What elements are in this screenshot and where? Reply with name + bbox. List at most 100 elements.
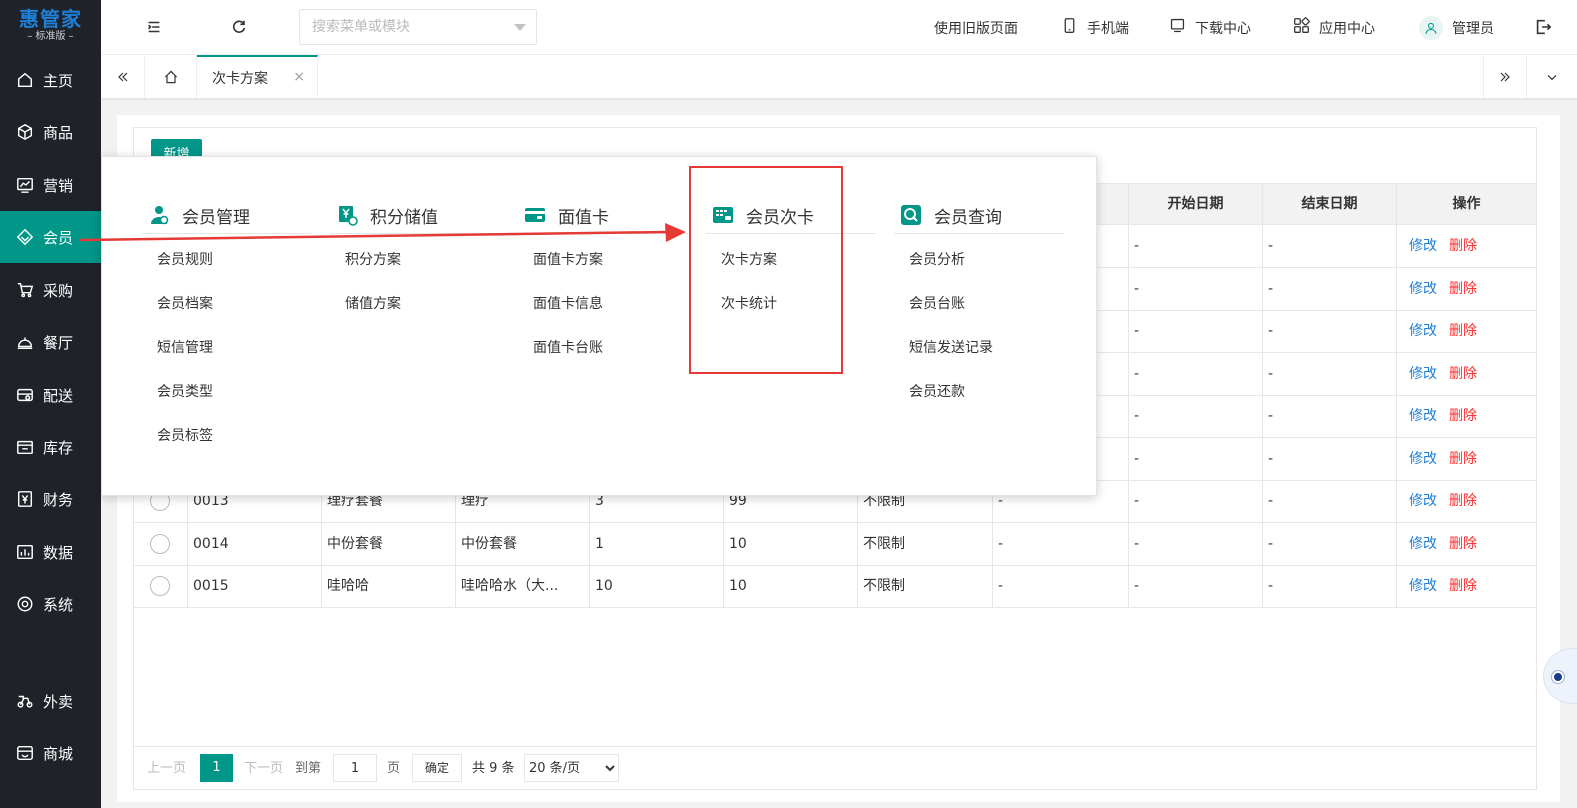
menu-toggle-icon[interactable] [144, 17, 164, 37]
mobile-link[interactable]: 手机端 [1061, 0, 1129, 55]
col-start-date[interactable]: 开始日期 [1128, 184, 1262, 225]
sidebar-item-delivery[interactable]: 配送 [0, 369, 101, 421]
menu-search-input[interactable] [300, 10, 500, 44]
sidebar-item-inventory[interactable]: 库存 [0, 421, 101, 473]
menu-column-title: 积分储值 [330, 197, 500, 234]
delete-link[interactable]: 删除 [1449, 578, 1477, 594]
edit-link[interactable]: 修改 [1409, 408, 1437, 424]
cell-end: - [1262, 395, 1396, 437]
menu-link-value-card-info[interactable]: 面值卡信息 [518, 282, 688, 326]
sidebar-item-takeout[interactable]: 外卖 [0, 675, 101, 727]
cell-extra: - [992, 523, 1128, 565]
menu-search[interactable] [299, 9, 537, 45]
delete-link[interactable]: 删除 [1449, 408, 1477, 424]
menu-link-member-profiles[interactable]: 会员档案 [142, 282, 312, 326]
edit-link[interactable]: 修改 [1409, 578, 1437, 594]
menu-link-times-card-stats[interactable]: 次卡统计 [706, 282, 876, 326]
menu-link-member-ledger[interactable]: 会员台账 [894, 282, 1064, 326]
cell-start: - [1128, 438, 1262, 480]
user-menu[interactable]: 管理员 [1419, 0, 1494, 55]
cell-end: - [1262, 225, 1396, 267]
tabs-more-chevron-down-icon[interactable] [1527, 55, 1577, 98]
brand-logo[interactable]: 惠管家 – 标准版 – [0, 0, 101, 52]
tabs-scroll-left-icon[interactable] [101, 55, 145, 98]
edit-link[interactable]: 修改 [1409, 451, 1437, 467]
menu-link-member-repayment[interactable]: 会员还款 [894, 370, 1064, 414]
menu-link-points-plan[interactable]: 积分方案 [330, 238, 500, 282]
delete-link[interactable]: 删除 [1449, 536, 1477, 552]
menu-link-sms-manage[interactable]: 短信管理 [142, 326, 312, 370]
sidebar-item-label: 商品 [43, 123, 74, 142]
edit-link[interactable]: 修改 [1409, 493, 1437, 509]
edit-link[interactable]: 修改 [1409, 281, 1437, 297]
sidebar-item-restaurant[interactable]: 餐厅 [0, 316, 101, 368]
delete-link[interactable]: 删除 [1449, 238, 1477, 254]
table-row: 0014 中份套餐 中份套餐 1 10 不限制 - - - 修改 删除 [134, 523, 1536, 566]
menu-link-value-card-plan[interactable]: 面值卡方案 [518, 238, 688, 282]
sidebar-item-system[interactable]: 系统 [0, 578, 101, 630]
tab-card-plan[interactable]: 次卡方案 × [197, 55, 318, 98]
user-avatar-icon [1419, 15, 1443, 40]
old-version-label: 使用旧版页面 [934, 20, 1018, 37]
logout-icon[interactable] [1533, 17, 1553, 37]
old-version-link[interactable]: 使用旧版页面 [934, 0, 1018, 55]
download-center-link[interactable]: 下载中心 [1169, 0, 1251, 55]
refresh-icon[interactable] [229, 17, 249, 37]
menu-link-member-tags[interactable]: 会员标签 [142, 414, 312, 458]
menu-link-member-rules[interactable]: 会员规则 [142, 238, 312, 282]
mobile-label: 手机端 [1087, 20, 1129, 37]
search-icon [900, 204, 922, 226]
cell-start: - [1128, 353, 1262, 395]
menu-link-member-types[interactable]: 会员类型 [142, 370, 312, 414]
app-center-link[interactable]: 应用中心 [1293, 0, 1375, 55]
sidebar-item-home[interactable]: 主页 [0, 54, 101, 106]
menu-column-member-manage: 会员管理 会员规则 会员档案 短信管理 会员类型 会员标签 [142, 197, 312, 458]
delete-link[interactable]: 删除 [1449, 451, 1477, 467]
menu-link-times-card-plan[interactable]: 次卡方案 [706, 238, 876, 282]
row-radio[interactable] [150, 534, 170, 554]
member-mega-menu: 会员管理 会员规则 会员档案 短信管理 会员类型 会员标签 积分储值 积分方案 … [101, 156, 1097, 496]
menu-link-stored-value-plan[interactable]: 储值方案 [330, 282, 500, 326]
home-tab-icon[interactable] [145, 55, 197, 98]
tab-bar: 次卡方案 × [101, 55, 1577, 99]
menu-link-sms-records[interactable]: 短信发送记录 [894, 326, 1064, 370]
edit-link[interactable]: 修改 [1409, 536, 1437, 552]
menu-link-member-analysis[interactable]: 会员分析 [894, 238, 1064, 282]
goto-page-input[interactable] [333, 754, 377, 782]
cell-start: - [1128, 480, 1262, 522]
cell-actions: 修改 删除 [1396, 395, 1536, 437]
cell-actions: 修改 删除 [1396, 438, 1536, 480]
confirm-goto-button[interactable]: 确定 [412, 754, 462, 782]
col-end-date[interactable]: 结束日期 [1262, 184, 1396, 225]
delete-link[interactable]: 删除 [1449, 366, 1477, 382]
cell-actions: 修改 删除 [1396, 225, 1536, 267]
sidebar-item-mall[interactable]: 商城 [0, 727, 101, 779]
sidebar-item-member[interactable]: 会员 [0, 211, 101, 263]
sidebar-item-data[interactable]: 数据 [0, 526, 101, 578]
edit-link[interactable]: 修改 [1409, 238, 1437, 254]
delete-link[interactable]: 删除 [1449, 493, 1477, 509]
sidebar-item-finance[interactable]: 财务 [0, 473, 101, 525]
edit-link[interactable]: 修改 [1409, 366, 1437, 382]
sidebar-item-marketing[interactable]: 营销 [0, 159, 101, 211]
trend-icon [16, 176, 34, 194]
tabs-scroll-right-icon[interactable] [1483, 55, 1527, 98]
delete-link[interactable]: 删除 [1449, 281, 1477, 297]
sidebar-item-goods[interactable]: 商品 [0, 106, 101, 158]
menu-column-value-card: 面值卡 面值卡方案 面值卡信息 面值卡台账 [518, 197, 688, 370]
page-size-select[interactable]: 20 条/页 [524, 754, 619, 782]
next-page-button[interactable]: 下一页 [244, 747, 283, 791]
delete-link[interactable]: 删除 [1449, 323, 1477, 339]
row-radio[interactable] [150, 576, 170, 596]
page-1-button[interactable]: 1 [200, 754, 233, 782]
cell-start: - [1128, 310, 1262, 352]
download-label: 下载中心 [1195, 20, 1251, 37]
yen-icon [16, 490, 34, 508]
menu-link-value-card-ledger[interactable]: 面值卡台账 [518, 326, 688, 370]
sidebar-item-purchase[interactable]: 采购 [0, 264, 101, 316]
chevron-down-icon[interactable] [514, 24, 526, 31]
close-icon[interactable]: × [293, 69, 305, 85]
prev-page-button[interactable]: 上一页 [147, 747, 186, 791]
sidebar-item-label: 会员 [43, 228, 74, 247]
edit-link[interactable]: 修改 [1409, 323, 1437, 339]
